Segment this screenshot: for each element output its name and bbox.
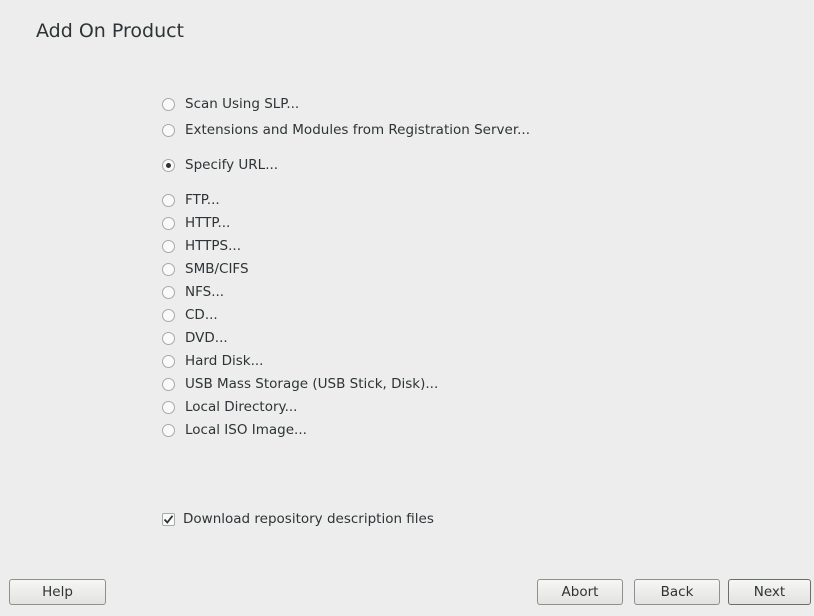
radio-icon[interactable] <box>162 423 175 437</box>
radio-icon[interactable] <box>162 308 175 322</box>
radio-icon[interactable] <box>162 354 175 368</box>
abort-button[interactable]: Abort <box>537 579 623 605</box>
radio-icon[interactable] <box>162 285 175 299</box>
radio-label: USB Mass Storage (USB Stick, Disk)... <box>185 376 439 392</box>
radio-icon[interactable] <box>162 216 175 230</box>
radio-icon[interactable] <box>162 262 175 276</box>
radio-scan-slp[interactable]: Scan Using SLP... <box>162 94 299 114</box>
radio-dvd[interactable]: DVD... <box>162 328 228 348</box>
back-button[interactable]: Back <box>634 579 720 605</box>
radio-nfs[interactable]: NFS... <box>162 282 224 302</box>
radio-label: Hard Disk... <box>185 353 264 369</box>
radio-ftp[interactable]: FTP... <box>162 190 220 210</box>
radio-http[interactable]: HTTP... <box>162 213 230 233</box>
radio-icon[interactable] <box>162 123 175 137</box>
radio-local-iso-image[interactable]: Local ISO Image... <box>162 420 307 440</box>
radio-hard-disk[interactable]: Hard Disk... <box>162 351 263 371</box>
radio-label: Local ISO Image... <box>185 422 307 438</box>
radio-label: FTP... <box>185 192 220 208</box>
radio-label: Specify URL... <box>185 157 279 173</box>
radio-label: Scan Using SLP... <box>185 96 300 112</box>
radio-icon[interactable] <box>162 400 175 414</box>
radio-smb-cifs[interactable]: SMB/CIFS <box>162 259 249 279</box>
radio-icon[interactable] <box>162 239 175 253</box>
radio-checked-icon[interactable] <box>162 158 175 172</box>
checkmark-icon <box>163 514 174 524</box>
radio-icon[interactable] <box>162 331 175 345</box>
radio-label: NFS... <box>185 284 225 300</box>
radio-label: CD... <box>185 307 218 323</box>
radio-label: SMB/CIFS <box>185 261 249 277</box>
radio-label: Extensions and Modules from Registration… <box>185 122 531 138</box>
radio-cd[interactable]: CD... <box>162 305 218 325</box>
radio-extensions-modules[interactable]: Extensions and Modules from Registration… <box>162 120 530 140</box>
download-repo-checkbox[interactable]: Download repository description files <box>162 509 434 529</box>
checkbox-label: Download repository description files <box>183 511 434 527</box>
radio-local-directory[interactable]: Local Directory... <box>162 397 297 417</box>
radio-label: HTTP... <box>185 215 231 231</box>
help-button[interactable]: Help <box>9 579 106 605</box>
next-button[interactable]: Next <box>728 579 811 605</box>
radio-icon[interactable] <box>162 193 175 207</box>
radio-label: DVD... <box>185 330 228 346</box>
radio-label: Local Directory... <box>185 399 298 415</box>
radio-icon[interactable] <box>162 377 175 391</box>
checkbox-checked-icon[interactable] <box>162 512 175 526</box>
radio-usb-mass-storage[interactable]: USB Mass Storage (USB Stick, Disk)... <box>162 374 438 394</box>
radio-icon[interactable] <box>162 97 175 111</box>
radio-specify-url[interactable]: Specify URL... <box>162 155 278 175</box>
radio-label: HTTPS... <box>185 238 241 254</box>
page-title: Add On Product <box>36 20 185 42</box>
radio-https[interactable]: HTTPS... <box>162 236 241 256</box>
